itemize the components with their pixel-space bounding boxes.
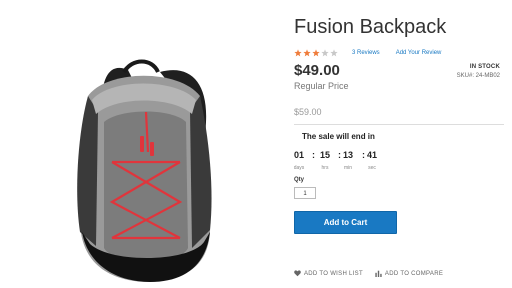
rating-stars — [294, 49, 338, 57]
heart-icon — [294, 270, 301, 277]
countdown-minutes: 13 min — [337, 150, 359, 171]
add-to-wishlist-label: ADD TO WISH LIST — [304, 270, 363, 277]
qty-label: Qty — [294, 177, 305, 183]
regular-price-label: Regular Price — [294, 81, 349, 91]
qty-input[interactable]: 1 — [294, 187, 316, 199]
countdown-days-label: days — [293, 165, 305, 171]
countdown-seconds-value: 41 — [366, 150, 377, 160]
sku: SKU#: 24-MB02 — [456, 73, 500, 79]
add-review-link[interactable]: Add Your Review — [396, 50, 442, 56]
countdown-hours: 15 hrs — [314, 150, 336, 171]
countdown-minutes-label: min — [343, 165, 353, 171]
add-to-wishlist-link[interactable]: ADD TO WISH LIST — [294, 270, 363, 277]
star-icon — [294, 49, 302, 57]
countdown-minutes-value: 13 — [342, 150, 353, 160]
compare-icon — [375, 270, 382, 277]
countdown-days-value: 01 — [293, 150, 304, 160]
add-to-compare-link[interactable]: ADD TO COMPARE — [375, 270, 443, 277]
product-price: $49.00 — [294, 62, 340, 79]
product-actions: ADD TO WISH LIST ADD TO COMPARE — [294, 270, 443, 277]
star-icon — [312, 49, 320, 57]
old-price: $59.00 — [294, 107, 322, 117]
sale-end-text: The sale will end in — [302, 132, 375, 141]
stock-status: IN STOCK — [469, 64, 500, 70]
countdown-days: 01 days — [288, 150, 310, 171]
star-icon — [321, 49, 329, 57]
rating-summary: 3 Reviews Add Your Review — [294, 47, 441, 59]
product-title: Fusion Backpack — [294, 16, 447, 38]
countdown-hours-label: hrs — [321, 165, 329, 171]
reviews-link[interactable]: 3 Reviews — [352, 50, 380, 56]
star-icon — [303, 49, 311, 57]
product-image — [77, 59, 212, 282]
add-to-cart-button[interactable]: Add to Cart — [294, 211, 397, 234]
divider — [294, 124, 504, 125]
star-icon — [330, 49, 338, 57]
add-to-compare-label: ADD TO COMPARE — [384, 270, 444, 277]
countdown-seconds-label: sec — [368, 165, 376, 171]
countdown-seconds: 41 sec — [361, 150, 383, 171]
countdown-hours-value: 15 — [319, 150, 330, 160]
